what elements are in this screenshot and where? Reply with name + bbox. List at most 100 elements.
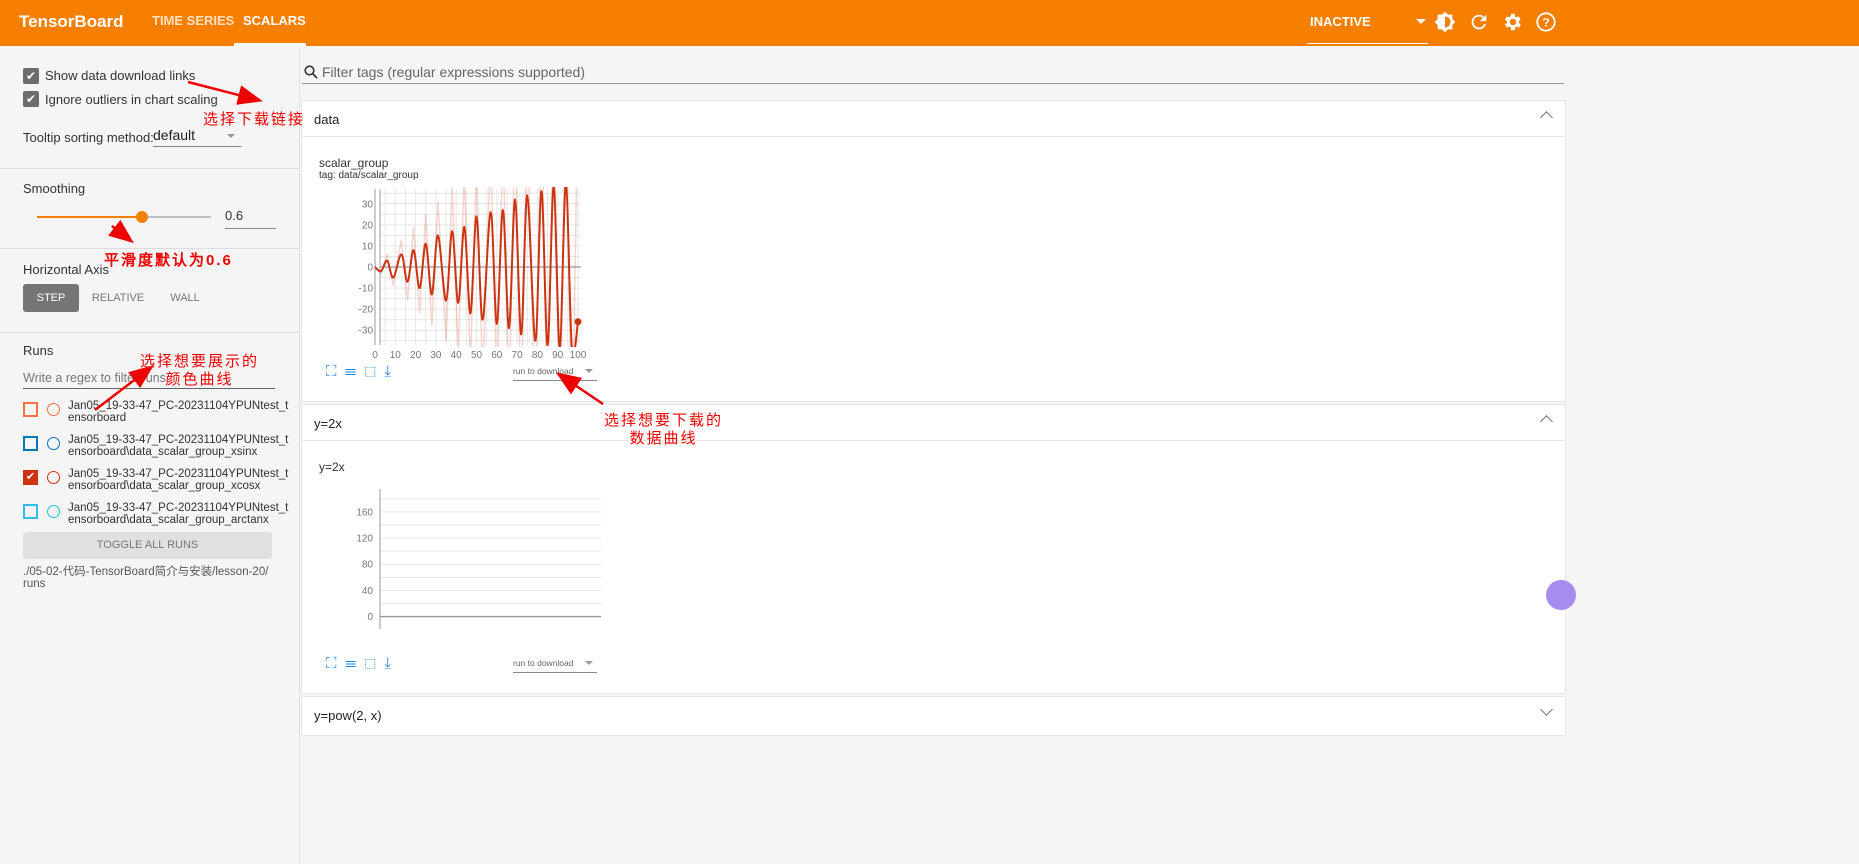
y-tick-label: 0	[367, 263, 373, 274]
horizontal-axis-label: Horizontal Axis	[23, 262, 109, 277]
runs-label: Runs	[23, 343, 54, 358]
chevron-down-icon	[227, 134, 235, 138]
chevron-down-icon	[585, 369, 593, 373]
x-tick-label: 30	[430, 350, 442, 361]
run-color-swatch[interactable]	[47, 471, 60, 484]
logdir-line: ./05-02-代码-TensorBoard简介与安装/lesson-20/	[23, 566, 269, 578]
chart-title: y=2x	[319, 460, 345, 474]
y-tick-label: 120	[356, 534, 373, 545]
run-to-download-select[interactable]: run to download	[513, 363, 597, 381]
y-tick-label: -20	[359, 305, 374, 316]
help-icon[interactable]: ?	[1535, 11, 1557, 33]
list-icon[interactable]: ☰	[345, 655, 356, 672]
floating-assistant-button[interactable]	[1546, 580, 1576, 610]
haxis-relative-button[interactable]: RELATIVE	[86, 284, 150, 312]
scalar-group-chart[interactable]: -30 -20 -10 0 10 20 30 0 10 20 30 40 50 60 70 80 90 100	[318, 187, 603, 362]
annotation: 选择想要下载的 数据曲线	[604, 412, 723, 448]
section-title: y=2x	[314, 416, 342, 431]
run-checkbox[interactable]	[23, 436, 38, 451]
tooltip-sorting-label: Tooltip sorting method:	[23, 130, 154, 145]
fit-domain-icon[interactable]: ⬚	[364, 363, 376, 380]
smoothing-slider-fill	[37, 216, 142, 218]
download-icon[interactable]: ⤓	[384, 363, 391, 380]
annotation-line: 颜色曲线	[165, 371, 234, 388]
run-checkbox[interactable]	[23, 504, 38, 519]
show-download-links-checkbox[interactable]: ✔	[23, 68, 39, 84]
tab-scalars[interactable]: SCALARS	[243, 13, 306, 28]
smoothing-label: Smoothing	[23, 181, 86, 196]
fullscreen-icon[interactable]: ⛶	[326, 655, 337, 672]
theme-brightness-icon[interactable]	[1434, 11, 1456, 33]
smoothing-input[interactable]: 0.6	[225, 208, 276, 229]
run-name-line: ensorboard\data_scalar_group_xcosx	[68, 480, 261, 492]
fullscreen-icon[interactable]: ⛶	[326, 363, 337, 380]
run-color-swatch[interactable]	[47, 403, 60, 416]
run-name-line: ensorboard\data_scalar_group_arctanx	[68, 514, 269, 526]
x-tick-label: 20	[410, 350, 422, 361]
smoothing-slider[interactable]	[37, 211, 211, 223]
run-checkbox[interactable]: ✔	[23, 470, 38, 485]
ignore-outliers-label: Ignore outliers in chart scaling	[45, 92, 218, 107]
top-bar: TensorBoard TIME SERIES SCALARS INACTIVE…	[0, 0, 1859, 46]
y-tick-label: 80	[362, 560, 374, 571]
toggle-all-runs-button[interactable]: TOGGLE ALL RUNS	[23, 532, 272, 559]
filter-tags-input[interactable]: Filter tags (regular expressions support…	[302, 60, 1564, 84]
chevron-up-icon[interactable]	[1540, 111, 1553, 124]
section-title: data	[314, 112, 340, 127]
y2x-chart[interactable]: 0 40 80 120 160	[318, 479, 603, 639]
tab-time-series[interactable]: TIME SERIES	[152, 13, 234, 28]
settings-gear-icon[interactable]	[1501, 11, 1523, 33]
section-header[interactable]: data	[302, 101, 1565, 137]
brand-logo: TensorBoard	[19, 12, 124, 31]
chart-toolbar: ⛶ ☰ ⬚ ⤓	[326, 655, 391, 672]
section-header[interactable]: y=pow(2, x)	[302, 697, 1565, 733]
run-name-line: Jan05_19-33-47_PC-20231104YPUNtest_t	[68, 502, 289, 514]
y-tick-label: 20	[362, 220, 374, 231]
chart-tag: tag: data/scalar_group	[319, 170, 419, 181]
run-name: Jan05_19-33-47_PC-20231104YPUNtest_t enso…	[68, 400, 288, 424]
tooltip-sorting-select[interactable]: default	[153, 127, 241, 147]
tooltip-sorting-value: default	[153, 127, 196, 143]
logdir-line: runs	[23, 578, 46, 590]
haxis-wall-button[interactable]: WALL	[160, 284, 210, 312]
run-color-swatch[interactable]	[47, 437, 60, 450]
ignore-outliers-checkbox[interactable]: ✔	[23, 91, 39, 107]
fit-domain-icon[interactable]: ⬚	[364, 655, 376, 672]
reload-icon[interactable]	[1468, 11, 1490, 33]
chart-title: scalar_group	[319, 156, 389, 170]
run-select-dropdown[interactable]: INACTIVE	[1307, 8, 1428, 44]
chevron-down-icon	[1416, 19, 1426, 24]
divider	[0, 248, 300, 249]
svg-text:?: ?	[1542, 16, 1549, 30]
x-tick-label: 90	[552, 350, 564, 361]
haxis-step-button[interactable]: STEP	[23, 284, 79, 312]
run-name-line: Jan05_19-33-47_PC-20231104YPUNtest_t	[68, 400, 289, 412]
annotation: 平滑度默认为0.6	[104, 252, 233, 269]
section-title: y=pow(2, x)	[314, 708, 382, 723]
run-checkbox[interactable]	[23, 402, 38, 417]
smoothing-slider-thumb[interactable]	[136, 211, 148, 223]
run-name-line: ensorboard\data_scalar_group_xsinx	[68, 446, 258, 458]
y-tick-label: 0	[367, 612, 373, 623]
list-icon[interactable]: ☰	[345, 363, 356, 380]
annotation: 选择想要展示的 颜色曲线	[140, 353, 259, 389]
run-name: Jan05_19-33-47_PC-20231104YPUNtest_t enso…	[68, 468, 288, 492]
x-tick-label: 40	[451, 350, 463, 361]
section-header[interactable]: y=2x	[302, 405, 1565, 441]
run-select-value: INACTIVE	[1310, 14, 1371, 29]
x-tick-label: 100	[570, 350, 587, 361]
x-tick-label: 50	[471, 350, 483, 361]
download-icon[interactable]: ⤓	[384, 655, 391, 672]
last-point-marker	[574, 318, 582, 326]
y-tick-label: 30	[362, 199, 374, 210]
divider	[0, 168, 300, 169]
run-name-line: ensorboard	[68, 412, 127, 424]
chevron-up-icon[interactable]	[1540, 415, 1553, 428]
run-name: Jan05_19-33-47_PC-20231104YPUNtest_t enso…	[68, 502, 288, 526]
show-download-links-label: Show data download links	[45, 68, 196, 83]
chevron-down-icon[interactable]	[1540, 703, 1553, 716]
annotation: 选择下载链接	[203, 111, 306, 128]
run-color-swatch[interactable]	[47, 505, 60, 518]
annotation-line: 数据曲线	[629, 430, 698, 447]
run-to-download-select[interactable]: run to download	[513, 655, 597, 673]
